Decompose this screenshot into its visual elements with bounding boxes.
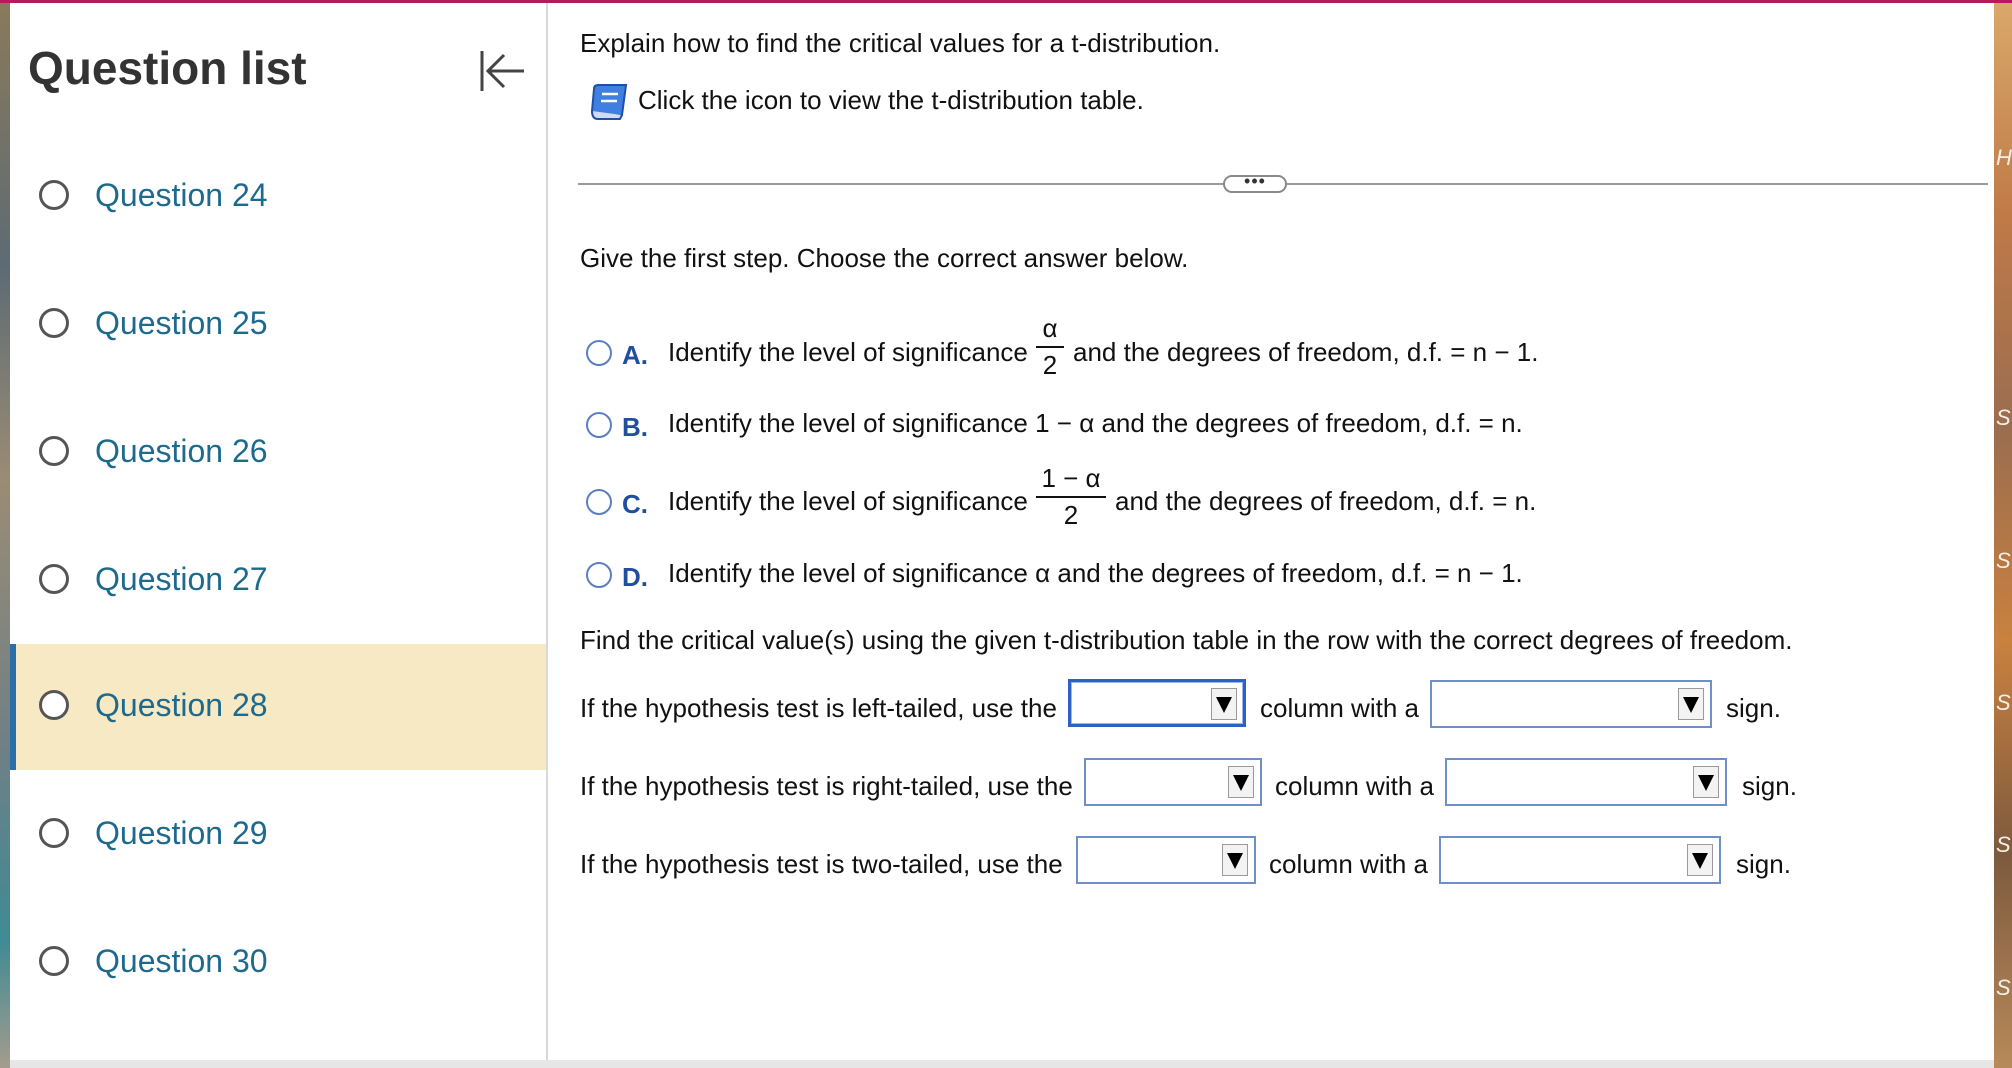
question-list-sidebar: Question list Question 24 Question 25 Qu… — [10, 3, 548, 1060]
sidebar-item-label[interactable]: Question 24 — [95, 177, 268, 214]
radio-circle-icon[interactable] — [39, 690, 69, 720]
sidebar-item-question-24[interactable]: Question 24 — [10, 134, 546, 260]
row-two-tailed-prefix: If the hypothesis test is two-tailed, us… — [580, 849, 1063, 879]
option-d-letter[interactable]: D. — [622, 562, 648, 593]
left-tailed-column-select[interactable] — [1068, 679, 1246, 727]
right-tailed-column-select[interactable] — [1084, 758, 1262, 806]
question-prompt: Explain how to find the critical values … — [580, 28, 1221, 58]
row-right-tailed-suffix: sign. — [1742, 771, 1797, 801]
option-c-letter[interactable]: C. — [622, 489, 648, 520]
dropdown-arrow-icon[interactable] — [1211, 688, 1237, 720]
sidebar-item-label[interactable]: Question 28 — [95, 687, 268, 724]
fraction-numerator: α — [1042, 313, 1058, 343]
option-b-text[interactable]: Identify the level of significance 1 − α… — [668, 408, 1523, 439]
row-left-tailed-suffix: sign. — [1726, 693, 1781, 723]
dropdown-arrow-icon[interactable] — [1693, 766, 1719, 798]
row-right-tailed-middle: column with a — [1275, 771, 1434, 801]
radio-circle-icon[interactable] — [39, 946, 69, 976]
sidebar-item-question-26[interactable]: Question 26 — [10, 390, 546, 516]
option-a-text-after[interactable]: and the degrees of freedom, d.f. = n − 1… — [1073, 337, 1538, 368]
sidebar-item-label[interactable]: Question 26 — [95, 433, 268, 470]
sidebar-item-question-27[interactable]: Question 27 — [10, 518, 546, 644]
fraction-denominator: 2 — [1063, 500, 1079, 530]
sidebar-item-label[interactable]: Question 25 — [95, 305, 268, 342]
desktop-wallpaper-right: H S S S S S — [1994, 0, 2012, 1068]
two-tailed-sign-select[interactable] — [1439, 836, 1721, 884]
dropdown-arrow-icon[interactable] — [1687, 844, 1713, 876]
radio-circle-icon[interactable] — [39, 308, 69, 338]
table-hint: Click the icon to view the t-distributio… — [638, 85, 1144, 115]
option-a-fraction: α 2 — [1036, 313, 1064, 381]
left-tailed-sign-select[interactable] — [1430, 680, 1712, 728]
fraction-denominator: 2 — [1042, 350, 1058, 380]
fraction-numerator: 1 − α — [1041, 463, 1101, 493]
fraction-bar — [1036, 346, 1064, 348]
row-left-tailed-prefix: If the hypothesis test is left-tailed, u… — [580, 693, 1057, 723]
radio-circle-icon[interactable] — [39, 818, 69, 848]
row-two-tailed-suffix: sign. — [1736, 849, 1791, 879]
option-b-letter[interactable]: B. — [622, 412, 648, 443]
option-b-radio[interactable] — [586, 412, 612, 438]
row-left-tailed-middle: column with a — [1260, 693, 1419, 723]
browser-window: Question list Question 24 Question 25 Qu… — [10, 3, 1994, 1060]
sidebar-item-label[interactable]: Question 29 — [95, 815, 268, 852]
sidebar-item-question-30[interactable]: Question 30 — [10, 900, 546, 1026]
step2-prompt: Find the critical value(s) using the giv… — [580, 625, 1793, 655]
row-right-tailed-prefix: If the hypothesis test is right-tailed, … — [580, 771, 1073, 801]
option-c-fraction: 1 − α 2 — [1036, 463, 1106, 531]
desktop-wallpaper-left — [0, 0, 10, 1068]
row-two-tailed-middle: column with a — [1269, 849, 1428, 879]
radio-circle-icon[interactable] — [39, 180, 69, 210]
option-d-radio[interactable] — [586, 562, 612, 588]
option-a-radio[interactable] — [586, 340, 612, 366]
selected-indicator — [10, 644, 16, 770]
fraction-bar — [1036, 496, 1106, 498]
sidebar-item-label[interactable]: Question 27 — [95, 561, 268, 598]
two-tailed-column-select[interactable] — [1076, 836, 1256, 884]
sidebar-item-label[interactable]: Question 30 — [95, 943, 268, 980]
sidebar-item-question-29[interactable]: Question 29 — [10, 772, 546, 898]
option-a-letter[interactable]: A. — [622, 340, 648, 371]
dropdown-arrow-icon[interactable] — [1678, 688, 1704, 720]
option-c-text-after[interactable]: and the degrees of freedom, d.f. = n. — [1115, 486, 1536, 517]
dropdown-arrow-icon[interactable] — [1228, 766, 1254, 798]
radio-circle-icon[interactable] — [39, 436, 69, 466]
option-c-radio[interactable] — [586, 489, 612, 515]
option-c-text[interactable]: Identify the level of significance — [668, 486, 1028, 517]
dropdown-arrow-icon[interactable] — [1222, 844, 1248, 876]
sidebar-item-question-25[interactable]: Question 25 — [10, 262, 546, 388]
book-icon[interactable] — [588, 81, 632, 121]
sidebar-title: Question list — [28, 42, 307, 94]
collapse-left-arrow-icon[interactable] — [476, 47, 530, 95]
radio-circle-icon[interactable] — [39, 564, 69, 594]
window-bottom-bar — [10, 1060, 1994, 1068]
step1-prompt: Give the first step. Choose the correct … — [580, 243, 1189, 273]
right-tailed-sign-select[interactable] — [1445, 758, 1727, 806]
expand-more-button[interactable]: ••• — [1223, 172, 1287, 193]
sidebar-item-question-28[interactable]: Question 28 — [10, 644, 546, 770]
option-d-text[interactable]: Identify the level of significance α and… — [668, 558, 1523, 589]
option-a-text[interactable]: Identify the level of significance — [668, 337, 1028, 368]
